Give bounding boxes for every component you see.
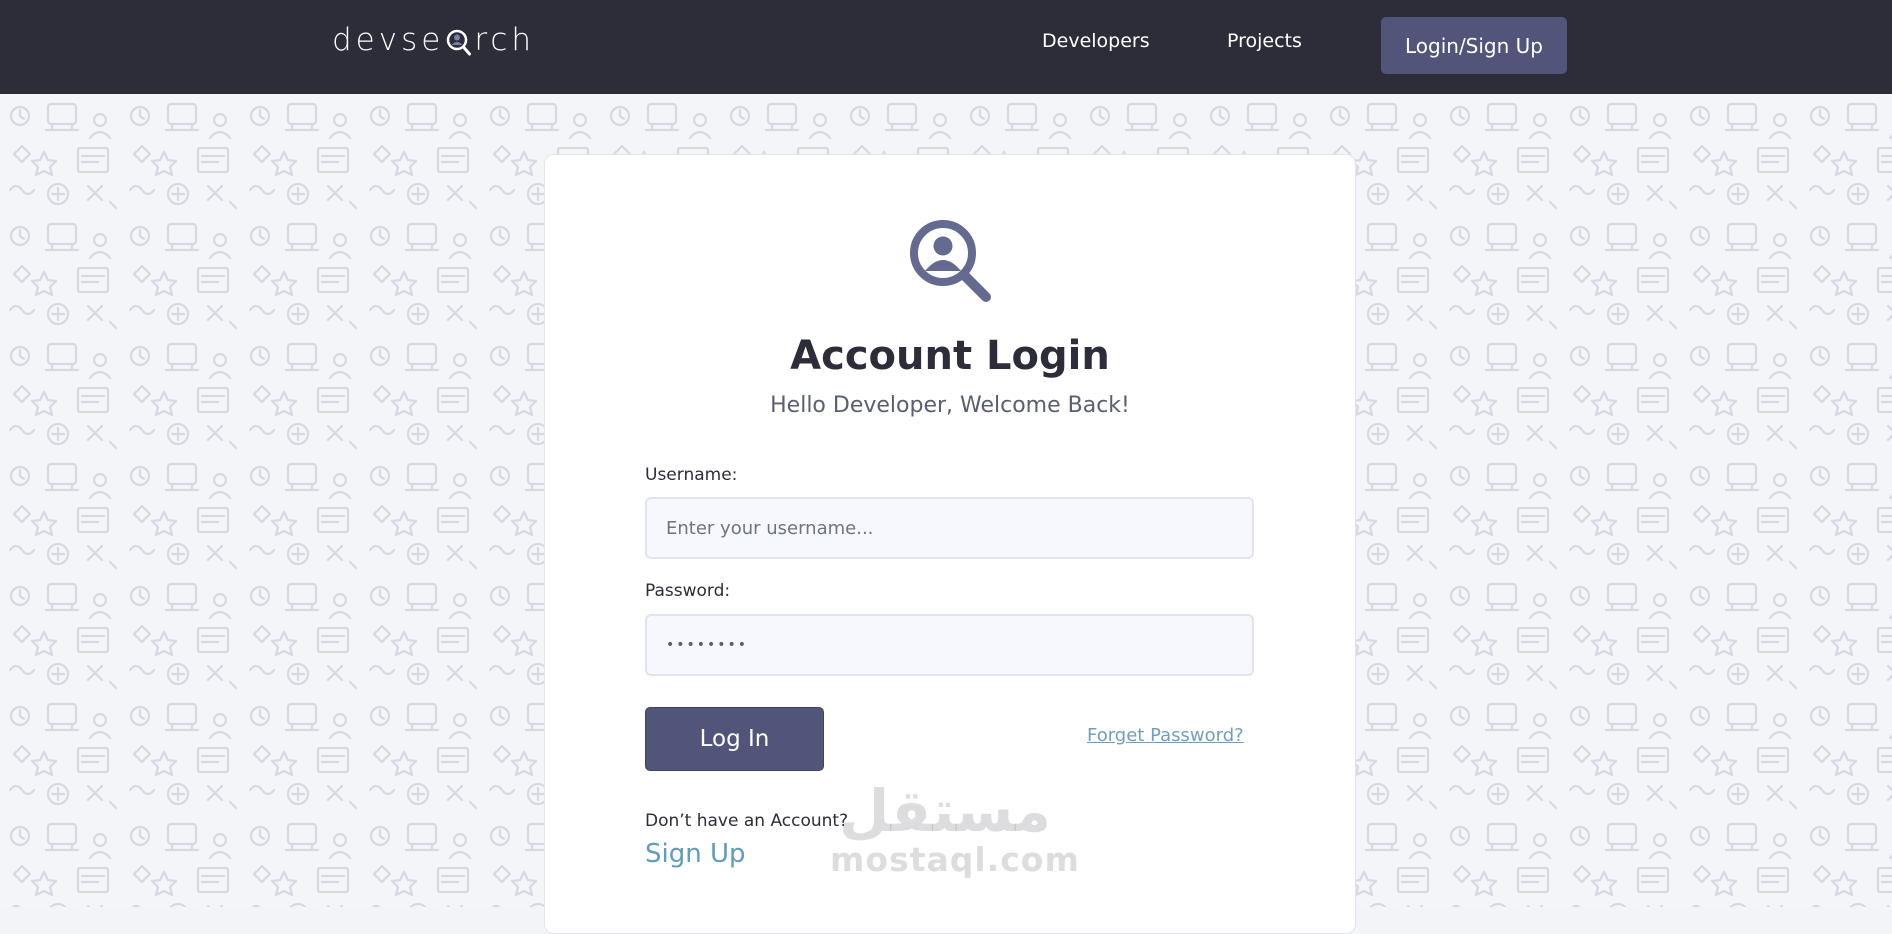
password-label: Password: (645, 581, 731, 601)
login-signup-button[interactable]: Login/Sign Up (1381, 17, 1567, 74)
logo-text-end: rch (474, 22, 536, 58)
magnifier-person-icon (445, 27, 473, 57)
devsearch-logo[interactable]: devse rch (332, 20, 535, 60)
username-label: Username: (645, 465, 738, 485)
page-subtitle: Hello Developer, Welcome Back! (770, 393, 1130, 418)
logo-text-start: devse (332, 22, 445, 58)
nav-link-projects[interactable]: Projects (1227, 30, 1302, 52)
forget-password-link[interactable]: Forget Password? (1087, 725, 1244, 746)
sign-up-link[interactable]: Sign Up (645, 839, 746, 869)
no-account-text: Don’t have an Account? (645, 811, 849, 831)
username-input[interactable] (645, 497, 1254, 559)
nav-link-developers[interactable]: Developers (1042, 30, 1150, 52)
log-in-button[interactable]: Log In (645, 707, 824, 771)
top-navbar: devse rch Developers Projects Login/Sign… (0, 0, 1892, 94)
login-card: Account Login Hello Developer, Welcome B… (544, 154, 1356, 934)
page-title: Account Login (790, 333, 1110, 379)
user-search-icon (910, 220, 991, 302)
password-input[interactable] (645, 614, 1254, 676)
